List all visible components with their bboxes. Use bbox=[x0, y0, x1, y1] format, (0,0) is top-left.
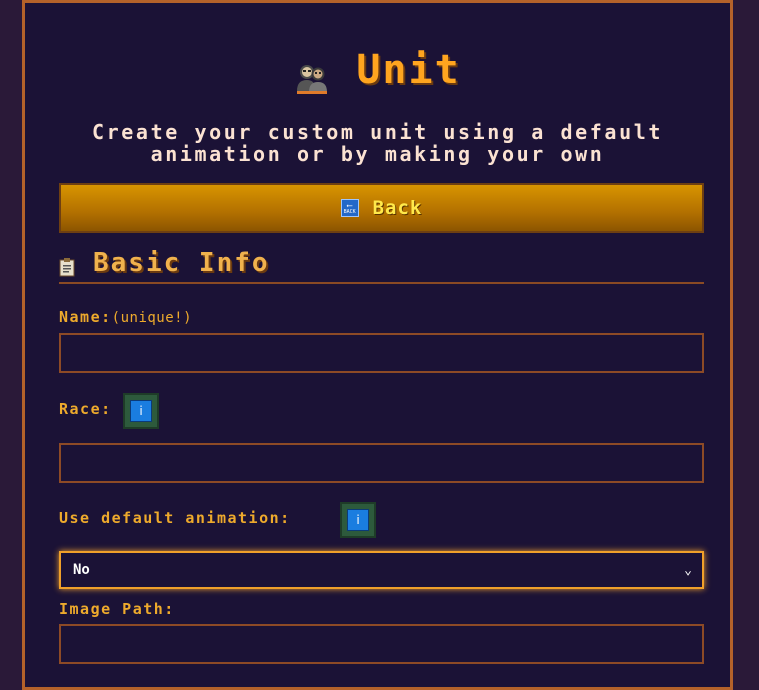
animation-info-button[interactable]: i bbox=[340, 502, 376, 538]
unit-panel: Unit Create your custom unit using a def… bbox=[22, 0, 733, 690]
info-icon: i bbox=[130, 400, 152, 422]
back-button-label: Back bbox=[372, 197, 423, 219]
name-label-text: Name: bbox=[59, 308, 112, 326]
page-subtitle: Create your custom unit using a default … bbox=[25, 121, 730, 165]
name-input[interactable] bbox=[59, 333, 704, 373]
users-icon bbox=[297, 65, 328, 94]
page-title: Unit bbox=[356, 47, 461, 93]
chevron-down-icon: ⌄ bbox=[684, 562, 692, 578]
selected-option: No bbox=[73, 562, 90, 578]
name-hint: (unique!) bbox=[111, 310, 193, 326]
back-button[interactable]: ⟵ BACK Back bbox=[59, 183, 704, 233]
subtitle-line-2: animation or by making your own bbox=[150, 142, 605, 166]
clipboard-icon bbox=[59, 257, 75, 276]
default-animation-select[interactable]: No ⌄ bbox=[59, 551, 704, 589]
race-info-button[interactable]: i bbox=[123, 393, 159, 429]
basic-info-section-header: Basic Info bbox=[59, 243, 704, 284]
info-icon: i bbox=[347, 509, 369, 531]
race-input[interactable] bbox=[59, 443, 704, 483]
name-label: Name:(unique!) bbox=[59, 308, 192, 326]
image-path-label: Image Path: bbox=[59, 600, 175, 618]
subtitle-line-1: Create your custom unit using a default bbox=[92, 120, 663, 144]
race-label: Race: bbox=[59, 400, 112, 418]
page-header: Unit bbox=[25, 47, 730, 94]
section-title: Basic Info bbox=[93, 247, 270, 278]
default-animation-label: Use default animation: bbox=[59, 509, 291, 527]
image-path-input[interactable] bbox=[59, 624, 704, 664]
back-arrow-icon: ⟵ BACK bbox=[340, 199, 359, 217]
